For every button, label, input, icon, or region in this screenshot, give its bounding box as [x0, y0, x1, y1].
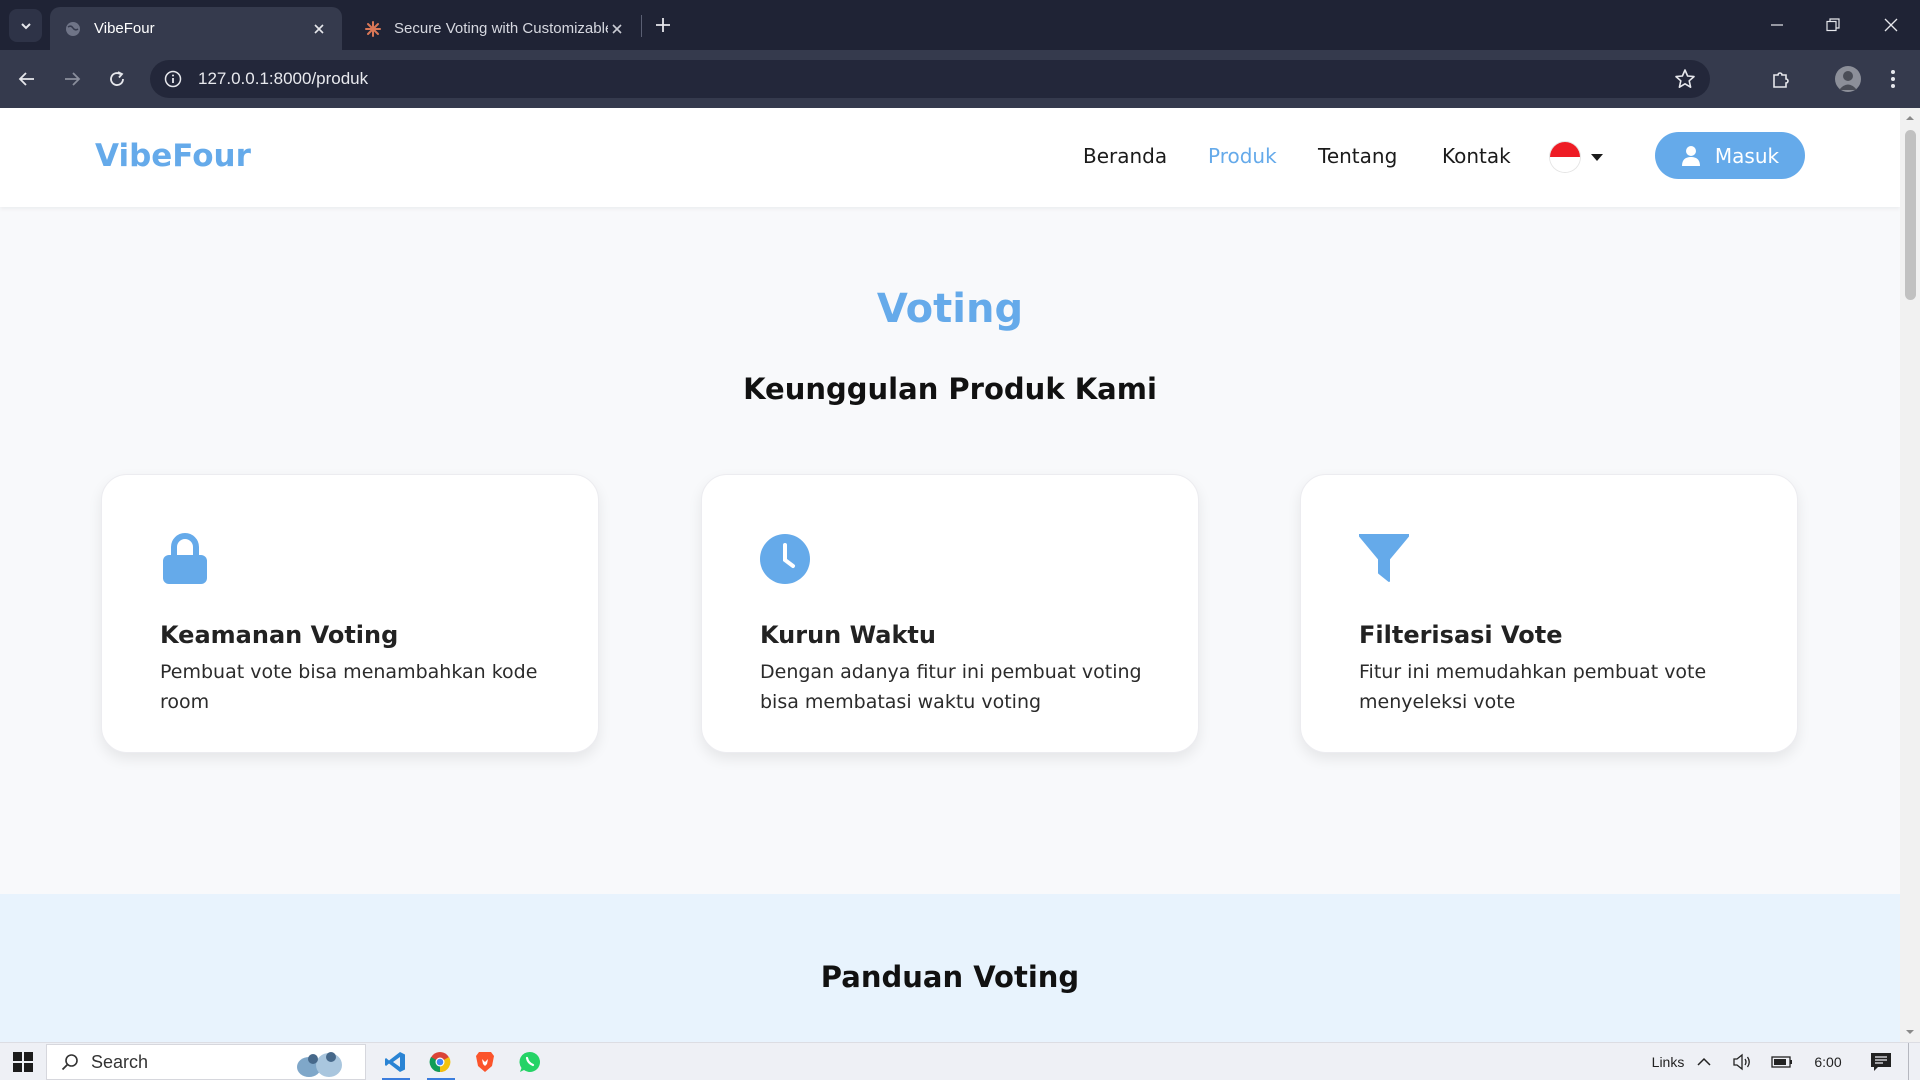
- taskbar-vscode[interactable]: [376, 1043, 414, 1080]
- taskbar-brave[interactable]: [466, 1043, 504, 1080]
- tab-secure-voting[interactable]: Secure Voting with Customizable: [350, 7, 640, 50]
- close-icon: [1884, 18, 1898, 32]
- guide-title: Panduan Voting: [820, 960, 1080, 994]
- notification-icon: [1871, 1053, 1891, 1071]
- avatar-icon: [1839, 71, 1857, 90]
- feature-card-keamanan: Keamanan Voting Pembuat vote bisa menamb…: [101, 474, 599, 753]
- close-icon[interactable]: [608, 20, 626, 38]
- chrome-icon: [429, 1052, 451, 1073]
- more-vertical-icon: [1891, 70, 1895, 88]
- profile-avatar[interactable]: [1835, 66, 1861, 92]
- login-button[interactable]: Masuk: [1655, 132, 1805, 179]
- site-info-icon[interactable]: [162, 68, 184, 90]
- feature-card-filterisasi: Filterisasi Vote Fitur ini memudahkan pe…: [1300, 474, 1798, 753]
- windows-logo-icon: [13, 1052, 33, 1072]
- login-label: Masuk: [1714, 143, 1780, 168]
- lock-icon: [163, 533, 207, 584]
- nav-kontak[interactable]: Kontak: [1442, 144, 1511, 168]
- volume-button[interactable]: [1730, 1043, 1754, 1080]
- feature-card-kurun-waktu: Kurun Waktu Dengan adanya fitur ini pemb…: [701, 474, 1199, 753]
- section-subtitle: Keunggulan Produk Kami: [743, 372, 1157, 406]
- page-scrollbar[interactable]: [1900, 108, 1920, 1042]
- taskbar-whatsapp[interactable]: [511, 1043, 549, 1080]
- arrow-right-icon: [65, 72, 81, 86]
- globe-icon: [64, 20, 82, 38]
- minimize-button[interactable]: [1762, 10, 1792, 40]
- restore-icon: [1826, 18, 1840, 32]
- close-icon[interactable]: [310, 20, 328, 38]
- tab-title: VibeFour: [94, 20, 155, 37]
- search-label: Search: [91, 1051, 149, 1072]
- indonesia-flag-icon: [1550, 142, 1580, 172]
- browser-menu-button[interactable]: [1877, 63, 1909, 95]
- search-highlight-icon: [297, 1052, 342, 1077]
- feature-title: Filterisasi Vote: [1359, 621, 1563, 649]
- page-title: Voting: [876, 286, 1024, 332]
- show-desktop-divider[interactable]: [1908, 1043, 1909, 1080]
- guide-section: Panduan Voting: [0, 894, 1900, 1042]
- feature-description: Pembuat vote bisa menambahkan kode room: [160, 661, 538, 713]
- reload-icon: [110, 71, 124, 86]
- caret-down-icon: [1591, 153, 1603, 161]
- feature-description: Fitur ini memudahkan pembuat vote menyel…: [1359, 661, 1707, 713]
- taskbar-chrome[interactable]: [421, 1043, 459, 1080]
- start-button[interactable]: [6, 1043, 40, 1080]
- nav-tentang[interactable]: Tentang: [1318, 144, 1397, 168]
- notifications-button[interactable]: [1866, 1043, 1896, 1080]
- minimize-icon: [1771, 24, 1783, 26]
- tab-title: Secure Voting with Customizable: [394, 20, 608, 37]
- filter-icon: [1359, 534, 1409, 582]
- brave-icon: [476, 1052, 494, 1072]
- clock-icon: [760, 534, 810, 584]
- taskbar-search[interactable]: Search: [46, 1044, 366, 1080]
- tab-vibefour[interactable]: VibeFour: [50, 7, 342, 50]
- scrollbar-thumb[interactable]: [1905, 130, 1916, 300]
- feature-title: Keamanan Voting: [160, 621, 399, 649]
- site-header: VibeFour Beranda Produk Tentang Kontak M…: [0, 108, 1900, 207]
- scroll-down-icon[interactable]: [1905, 1027, 1915, 1037]
- scroll-up-icon[interactable]: [1905, 113, 1915, 123]
- search-icon: [61, 1054, 78, 1071]
- address-bar[interactable]: 127.0.0.1:8000/produk: [150, 60, 1710, 98]
- volume-icon: [1733, 1053, 1750, 1071]
- claude-icon: [364, 20, 382, 38]
- nav-produk[interactable]: Produk: [1208, 144, 1277, 168]
- tray-links[interactable]: Links: [1648, 1043, 1688, 1080]
- close-window-button[interactable]: [1876, 10, 1906, 40]
- feature-title: Kurun Waktu: [760, 621, 936, 649]
- nav-beranda[interactable]: Beranda: [1083, 144, 1167, 168]
- user-icon: [1681, 145, 1700, 166]
- battery-button[interactable]: [1770, 1043, 1794, 1080]
- url-text: 127.0.0.1:8000/produk: [198, 69, 369, 88]
- brand-logo[interactable]: VibeFour: [95, 138, 251, 174]
- browser-toolbar: 127.0.0.1:8000/produk: [0, 50, 1920, 108]
- tray-overflow-button[interactable]: [1692, 1043, 1716, 1080]
- feature-description: Dengan adanya fitur ini pembuat voting b…: [760, 661, 1142, 713]
- new-tab-button[interactable]: [650, 12, 676, 38]
- plus-icon: [656, 18, 670, 32]
- puzzle-icon: [1773, 72, 1789, 88]
- chevron-up-icon: [1697, 1057, 1711, 1066]
- language-selector[interactable]: [1550, 142, 1608, 172]
- tab-search-button[interactable]: [9, 9, 42, 42]
- battery-icon: [1771, 1056, 1792, 1068]
- restore-button[interactable]: [1818, 10, 1848, 40]
- taskbar: Search Links 6:00: [0, 1042, 1920, 1080]
- back-button[interactable]: [11, 63, 43, 95]
- browser-tab-strip: VibeFour Secure Voting with Customizable: [0, 0, 1920, 50]
- whatsapp-icon: [519, 1051, 540, 1072]
- bookmark-star-icon[interactable]: [1674, 68, 1696, 90]
- clock[interactable]: 6:00: [1808, 1043, 1848, 1080]
- page-viewport: VibeFour Beranda Produk Tentang Kontak M…: [0, 108, 1900, 1042]
- chevron-down-icon: [20, 22, 31, 29]
- forward-button[interactable]: [56, 63, 88, 95]
- tab-separator: [641, 15, 642, 37]
- vscode-icon: [385, 1052, 405, 1072]
- arrow-left-icon: [18, 72, 34, 86]
- extensions-button[interactable]: [1765, 63, 1797, 95]
- reload-button[interactable]: [101, 63, 133, 95]
